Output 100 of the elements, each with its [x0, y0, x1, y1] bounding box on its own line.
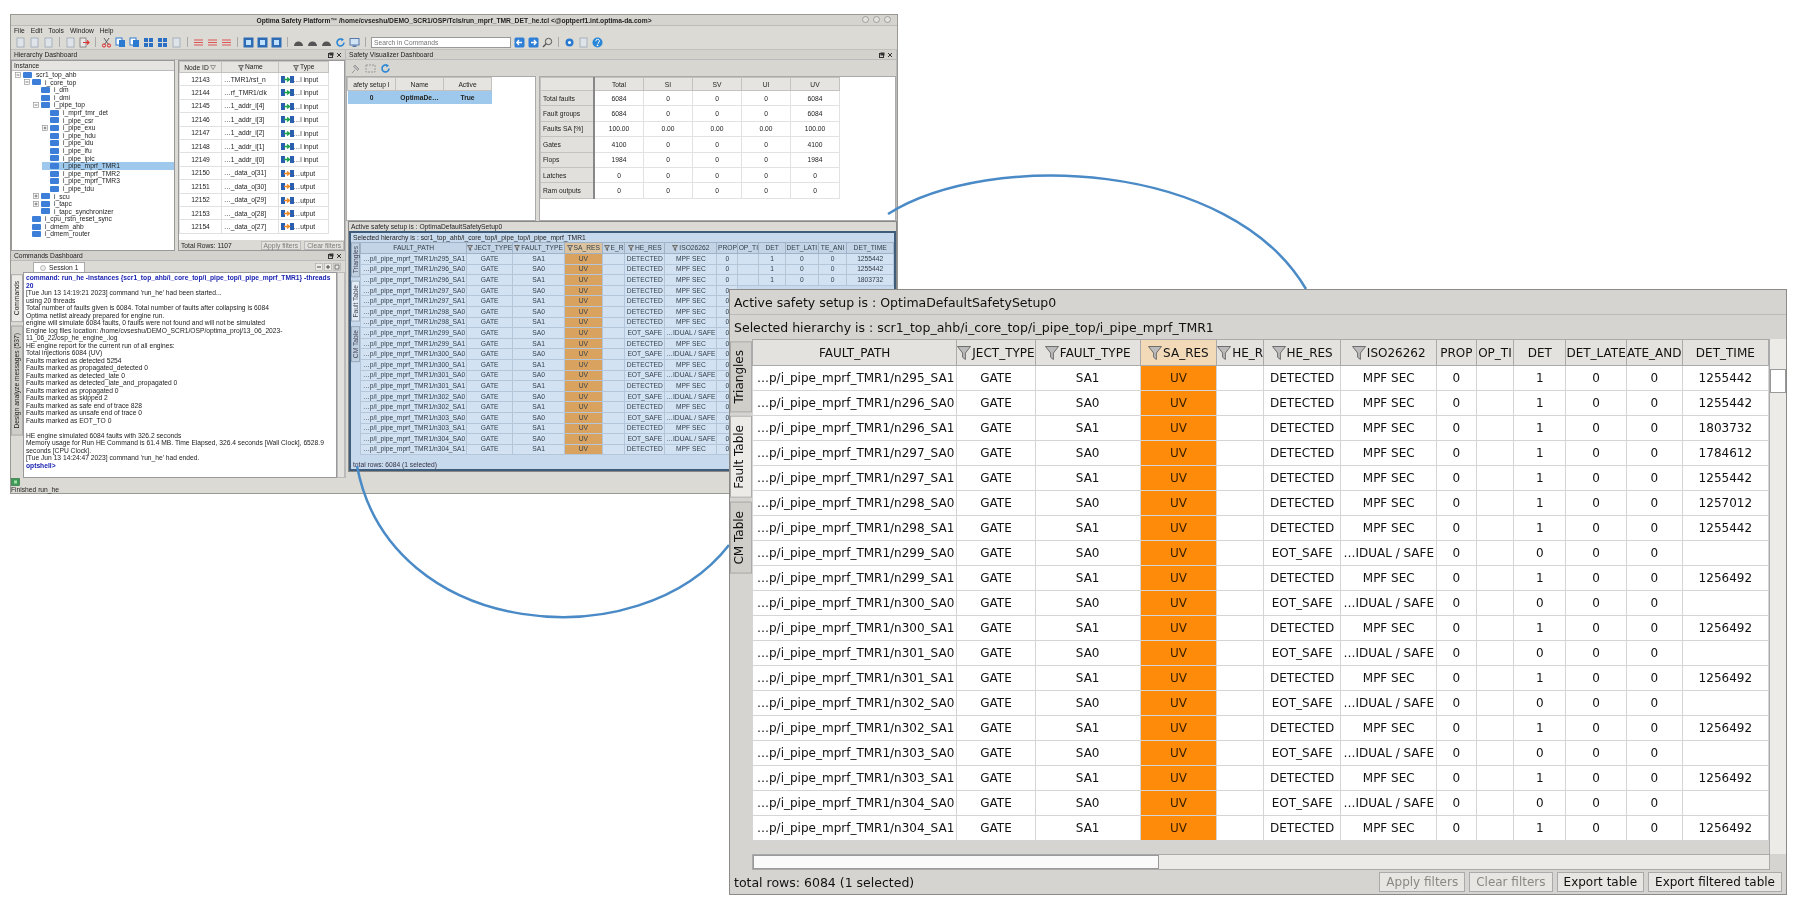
close-icon[interactable] — [336, 51, 342, 58]
grid-icon[interactable] — [157, 36, 168, 48]
minus-icon[interactable] — [315, 262, 323, 271]
plus-box-icon[interactable] — [33, 193, 39, 200]
restore-icon[interactable] — [333, 262, 341, 271]
column-header[interactable]: HE_RES — [1263, 339, 1341, 366]
float-icon[interactable] — [328, 252, 334, 259]
table-cell: UV — [1140, 615, 1217, 641]
table-cell: SA0 — [1035, 390, 1141, 416]
minimize-icon[interactable] — [862, 16, 869, 23]
vertical-scrollbar[interactable] — [1769, 339, 1786, 854]
filter-icon[interactable] — [1351, 345, 1366, 360]
side-tab[interactable]: Triangles — [730, 341, 752, 413]
info-icon[interactable] — [564, 36, 575, 48]
table-cell: UV — [1140, 440, 1217, 466]
table-cell: SA1 — [1035, 765, 1141, 791]
monitor-icon[interactable] — [349, 36, 360, 48]
plus-box-icon[interactable] — [42, 124, 48, 131]
back-arrow-icon[interactable] — [514, 36, 525, 48]
close-icon[interactable] — [336, 252, 342, 259]
table-cell: 1255442 — [1682, 515, 1769, 541]
align-lines-icon[interactable] — [207, 36, 218, 48]
side-tab[interactable]: Fault Table — [730, 416, 752, 499]
horizontal-scrollbar[interactable] — [752, 854, 1770, 870]
table-cell: 1257012 — [1682, 490, 1769, 516]
table-button[interactable]: Export table — [1556, 872, 1645, 892]
filter-icon[interactable] — [467, 245, 474, 251]
refresh-icon[interactable] — [380, 62, 391, 74]
filter-icon[interactable] — [1217, 345, 1232, 360]
column-header[interactable]: ATE_AND — [1626, 339, 1683, 366]
side-tab[interactable]: CM Table — [730, 502, 752, 574]
table-cell: …p/i_pipe_mprf_TMR1/n304_SA0 — [752, 790, 957, 816]
grid-icon[interactable] — [143, 36, 154, 48]
tile-icon[interactable] — [243, 36, 254, 48]
minus-box-icon[interactable] — [15, 71, 21, 78]
table-cell: …p/i_pipe_mprf_TMR1/n304_SA1 — [752, 815, 957, 841]
vertical-scrollbar[interactable] — [337, 272, 345, 478]
float-icon[interactable] — [879, 51, 885, 58]
table-cell: …p/i_pipe_mprf_TMR1/n301_SA0 — [752, 640, 957, 666]
column-header[interactable]: DET_LATE — [1565, 339, 1627, 366]
maximize-icon[interactable] — [873, 16, 880, 23]
align-lines-icon[interactable] — [193, 36, 204, 48]
close-icon[interactable] — [887, 51, 893, 58]
column-header[interactable]: FAULT_PATH — [752, 339, 957, 366]
column-header[interactable]: JECT_TYPE — [956, 339, 1036, 366]
table-cell: 1256492 — [1682, 815, 1769, 841]
status-icon — [11, 478, 20, 486]
column-header[interactable]: DET_TIME — [1682, 339, 1769, 366]
filter-icon[interactable] — [1271, 345, 1286, 360]
copy-icon[interactable] — [129, 36, 140, 48]
table-cell: MPF SEC — [1340, 565, 1437, 591]
table-cell: MPF SEC — [1340, 465, 1437, 491]
table-cell: UV — [1140, 815, 1217, 841]
search-icon[interactable] — [542, 36, 553, 48]
column-header[interactable]: SA_RES — [1140, 339, 1217, 366]
tile-icon[interactable] — [257, 36, 268, 48]
exit-door-icon[interactable] — [79, 36, 90, 48]
table-cell: …IDUAL / SAFE — [1340, 540, 1437, 566]
table-cell: …p/i_pipe_mprf_TMR1/n297_SA1 — [752, 465, 957, 491]
table-button[interactable]: Export filtered table — [1648, 872, 1782, 892]
scissors-icon[interactable] — [101, 36, 112, 48]
forward-arrow-icon[interactable] — [528, 36, 539, 48]
table-cell: UV — [1140, 715, 1217, 741]
table-cell: 1256492 — [1682, 615, 1769, 641]
plus-box-icon[interactable] — [33, 200, 39, 207]
filter-icon[interactable] — [514, 245, 521, 251]
filter-icon[interactable] — [627, 245, 634, 251]
minus-box-icon[interactable] — [33, 102, 39, 109]
help-icon[interactable] — [592, 36, 603, 48]
sort-arrow-icon[interactable] — [209, 65, 216, 71]
filter-icon[interactable] — [957, 345, 972, 360]
table-cell: UV — [1140, 365, 1217, 391]
table-cell: MPF SEC — [1340, 390, 1437, 416]
column-header[interactable]: ISO26262 — [1340, 339, 1437, 366]
table-cell: …IDUAL / SAFE — [1340, 640, 1437, 666]
tile-icon[interactable] — [271, 36, 282, 48]
filter-icon[interactable] — [293, 64, 300, 71]
filter-icon[interactable] — [603, 245, 610, 251]
filter-icon[interactable] — [237, 64, 244, 71]
filter-icon[interactable] — [1044, 345, 1059, 360]
plus-icon[interactable] — [324, 262, 332, 271]
column-header[interactable]: DET — [1513, 339, 1566, 366]
column-header[interactable]: FAULT_TYPE — [1035, 339, 1141, 366]
filter-icon[interactable] — [566, 245, 573, 251]
table-cell: UV — [1140, 665, 1217, 691]
filter-icon[interactable] — [1148, 345, 1163, 360]
table-cell: …p/i_pipe_mprf_TMR1/n299_SA1 — [752, 565, 957, 591]
minus-box-icon[interactable] — [24, 79, 30, 86]
table-cell: 1256492 — [1682, 565, 1769, 591]
copy-icon[interactable] — [115, 36, 126, 48]
column-header[interactable]: PROP — [1436, 339, 1477, 366]
column-header[interactable]: HE_R — [1216, 339, 1264, 366]
column-header[interactable]: OP_TI — [1476, 339, 1514, 366]
table-cell: UV — [1140, 465, 1217, 491]
pin-icon[interactable] — [350, 62, 361, 74]
align-lines-icon[interactable] — [221, 36, 232, 48]
table-cell: UV — [1140, 540, 1217, 566]
filter-icon[interactable] — [672, 245, 679, 251]
table-cell: SA0 — [1035, 540, 1141, 566]
float-icon[interactable] — [328, 51, 334, 58]
